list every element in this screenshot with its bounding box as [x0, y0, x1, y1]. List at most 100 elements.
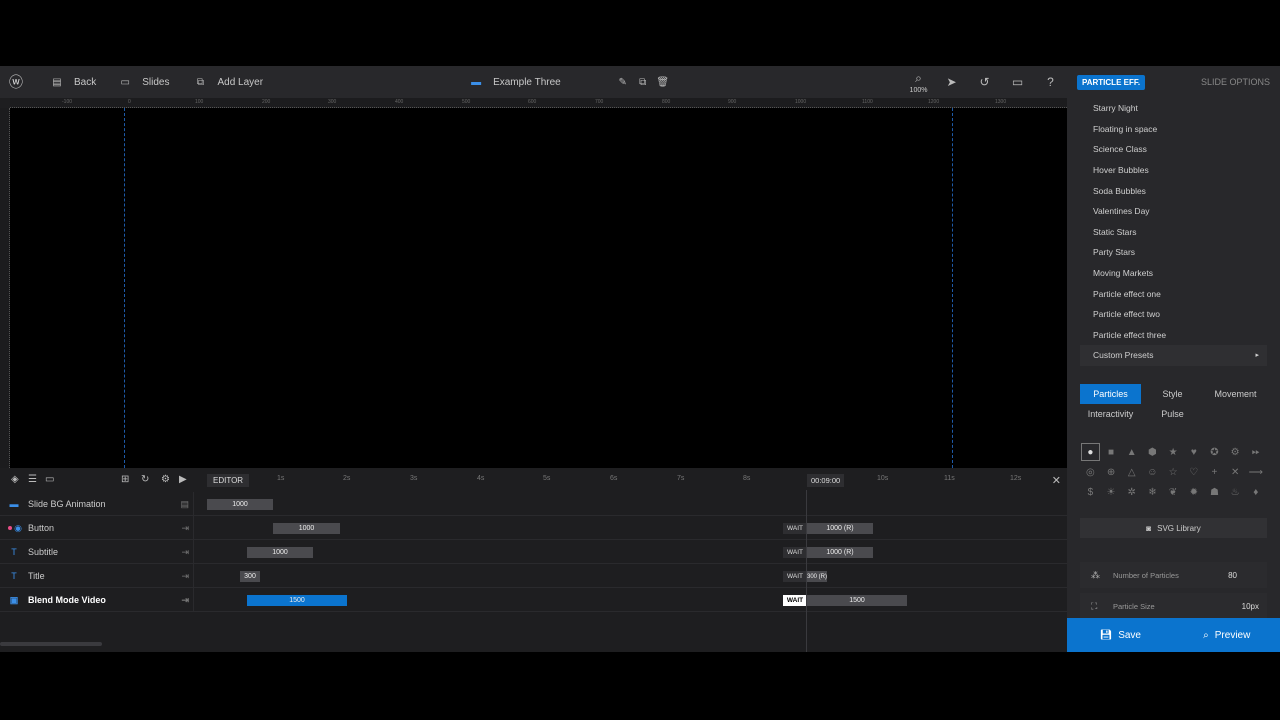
star-icon[interactable]: ★ [1163, 442, 1184, 462]
out-animation-bar[interactable]: 1000 (R) [807, 547, 873, 558]
custom-presets-item[interactable]: Custom Presets ▸ [1080, 345, 1267, 366]
preset-item[interactable]: Soda Bubbles [1080, 180, 1267, 201]
refresh-icon[interactable]: ↻ [141, 474, 149, 485]
timeline-row[interactable]: ▬ Slide BG Animation ▤ 1000 [0, 492, 1067, 516]
layer-label[interactable]: T Subtitle ⇥ [0, 540, 194, 564]
bug-icon[interactable]: ☗ [1204, 482, 1225, 502]
zoom-button[interactable]: ⌕ 100% [902, 66, 935, 98]
delete-slide-icon[interactable]: 🗑︎ [653, 77, 673, 88]
tab-interactivity[interactable]: Interactivity [1080, 404, 1141, 424]
circle-outline-icon[interactable]: ◎ [1080, 462, 1101, 482]
desktop-view-icon[interactable]: ▭ [1001, 66, 1034, 98]
tab-movement[interactable]: Movement [1204, 384, 1267, 404]
animation-bar[interactable]: 1000 [247, 547, 313, 558]
wait-marker[interactable]: WAIT [783, 547, 807, 558]
expand-icon[interactable]: ⇥ [181, 523, 189, 534]
animation-bar[interactable]: 1500 [247, 595, 347, 606]
current-time-indicator[interactable]: 00:09:00 [807, 474, 845, 487]
preset-item[interactable]: Party Stars [1080, 242, 1267, 263]
wait-marker[interactable]: WAIT [783, 595, 807, 606]
preset-item[interactable]: Valentines Day [1080, 201, 1267, 222]
expand-icon[interactable]: ⇥ [181, 571, 189, 582]
editor-tab[interactable]: EDITOR [207, 474, 250, 487]
expand-icon[interactable]: ⇥ [181, 595, 189, 606]
preview-button[interactable]: ⌕ Preview [1174, 618, 1280, 652]
layer-label[interactable]: T Title ⇥ [0, 564, 194, 588]
arrow-right-icon[interactable]: ⟶ [1246, 462, 1267, 482]
preset-item[interactable]: Particle effect two [1080, 304, 1267, 325]
duplicate-slide-icon[interactable]: ⧉ [633, 77, 653, 88]
layer-label[interactable]: ◉ Button ⇥ [0, 516, 194, 540]
wait-marker[interactable]: WAIT [783, 571, 807, 582]
timeline-row[interactable]: ▣ Blend Mode Video ⇥ 1500 WAIT 1500 [0, 588, 1067, 612]
expand-icon[interactable]: ⇥ [181, 547, 189, 558]
square-icon[interactable]: ■ [1101, 442, 1122, 462]
tab-particles[interactable]: Particles [1080, 384, 1141, 404]
snowflake-icon[interactable]: ❄ [1142, 482, 1163, 502]
preset-item[interactable]: Particle effect one [1080, 283, 1267, 304]
timeline-row[interactable]: T Title ⇥ 300 WAIT 300 (R) [0, 564, 1067, 588]
particle-size-field[interactable]: ⛶ Particle Size 10px [1080, 593, 1267, 619]
pin-icon[interactable]: ♦ [1246, 482, 1267, 502]
sparkle-icon[interactable]: ✲ [1121, 482, 1142, 502]
tab-pulse[interactable]: Pulse [1141, 404, 1204, 424]
layers-icon[interactable]: ◈ [11, 474, 19, 485]
timeline-row[interactable]: T Subtitle ⇥ 1000 WAIT 1000 (R) [0, 540, 1067, 564]
sun-icon[interactable]: ☀ [1101, 482, 1122, 502]
settings-icon[interactable]: ⚙ [161, 474, 170, 485]
cursor-icon[interactable]: ➤ [935, 66, 968, 98]
layer-label[interactable]: ▣ Blend Mode Video ⇥ [0, 588, 194, 612]
playhead[interactable] [806, 490, 807, 652]
horizontal-scrollbar[interactable] [0, 642, 102, 646]
slide-options-tab[interactable]: SLIDE OPTIONS [1201, 77, 1270, 87]
number-of-particles-field[interactable]: ⁂ Number of Particles 80 [1080, 562, 1267, 588]
back-button[interactable]: ▤ Back [52, 66, 96, 98]
out-animation-bar[interactable]: 1500 [807, 595, 907, 606]
layer-label[interactable]: ▬ Slide BG Animation ▤ [0, 492, 194, 516]
cog-icon[interactable]: ✹ [1183, 482, 1204, 502]
star-outline-icon[interactable]: ☆ [1163, 462, 1184, 482]
heart-icon[interactable]: ♥ [1183, 442, 1204, 462]
svg-library-button[interactable]: ◙ SVG Library [1080, 518, 1267, 538]
plus-circle-icon[interactable]: ⊕ [1101, 462, 1122, 482]
animation-bar[interactable]: 1000 [273, 523, 340, 534]
animation-bar[interactable]: 300 [240, 571, 260, 582]
particle-size-value[interactable]: 10px [1242, 602, 1259, 611]
plus-icon[interactable]: + [1204, 462, 1225, 482]
out-animation-bar[interactable]: 300 (R) [807, 571, 827, 582]
slide-name-selector[interactable]: ▬ Example Three [471, 66, 561, 98]
edit-slide-icon[interactable]: ✎ [613, 77, 633, 88]
triangle-icon[interactable]: ▲ [1121, 442, 1142, 462]
hexagon-icon[interactable]: ⬢ [1142, 442, 1163, 462]
number-of-particles-value[interactable]: 80 [1228, 571, 1237, 580]
triangle-outline-icon[interactable]: △ [1121, 462, 1142, 482]
out-animation-bar[interactable]: 1000 (R) [807, 523, 873, 534]
preset-item[interactable]: Particle effect three [1080, 325, 1267, 346]
fire-icon[interactable]: ♨ [1225, 482, 1246, 502]
play-icon[interactable]: ▶ [179, 474, 187, 485]
preset-item[interactable]: Moving Markets [1080, 263, 1267, 284]
undo-icon[interactable]: ↺ [968, 66, 1001, 98]
leaf-icon[interactable]: ❦ [1163, 482, 1184, 502]
grid-icon[interactable]: ⊞ [121, 474, 129, 485]
close-timeline-icon[interactable]: ✕ [1052, 474, 1061, 487]
slide-canvas[interactable] [10, 108, 1067, 468]
folder-icon[interactable]: ▭ [45, 474, 54, 485]
circle-filled-icon[interactable]: ● [1080, 442, 1101, 462]
list-icon[interactable]: ☰ [28, 474, 37, 485]
preset-item[interactable]: Starry Night [1080, 98, 1267, 119]
badge-icon[interactable]: ✪ [1204, 442, 1225, 462]
tab-style[interactable]: Style [1141, 384, 1204, 404]
particle-effects-tab[interactable]: PARTICLE EFF. [1077, 74, 1146, 90]
layer-settings-icon[interactable]: ▤ [180, 499, 189, 510]
wait-marker[interactable]: WAIT [783, 523, 807, 534]
preset-item[interactable]: Hover Bubbles [1080, 160, 1267, 181]
timeline-row[interactable]: ◉ Button ⇥ 1000 WAIT 1000 (R) [0, 516, 1067, 540]
preset-item[interactable]: Floating in space [1080, 119, 1267, 140]
double-arrow-icon[interactable]: ⏩︎ [1246, 442, 1267, 462]
smiley-icon[interactable]: ☺ [1142, 462, 1163, 482]
preset-item[interactable]: Static Stars [1080, 222, 1267, 243]
add-layer-button[interactable]: ⧉ Add Layer [195, 66, 263, 98]
help-icon[interactable]: ? [1034, 66, 1067, 98]
dollar-icon[interactable]: $ [1080, 482, 1101, 502]
